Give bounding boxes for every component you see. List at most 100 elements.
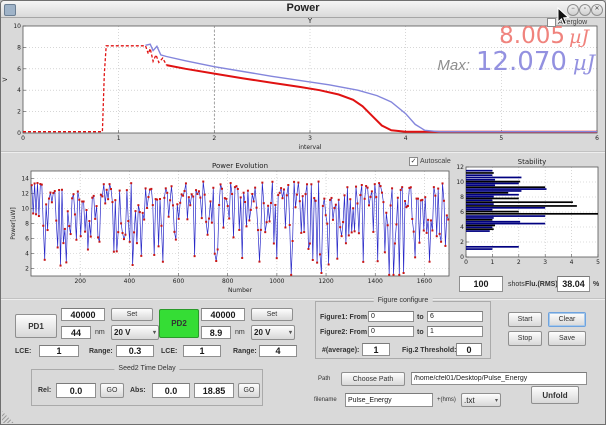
figure1-to-input[interactable]: [427, 311, 483, 322]
svg-text:2: 2: [460, 239, 464, 246]
abs-go-button[interactable]: GO: [238, 383, 260, 398]
figure-configure-title: Figure configure: [374, 297, 433, 304]
figure2-to-label: to: [417, 329, 424, 336]
chevron-down-icon: ▾: [153, 329, 156, 336]
resize-grip[interactable]: [2, 411, 14, 423]
titlebar[interactable]: Power − ▫ ✕: [1, 1, 605, 18]
chevron-down-icon: ▾: [289, 329, 292, 336]
rms-label: Flu.(RMS):: [525, 281, 560, 288]
svg-text:0: 0: [464, 259, 468, 266]
afterglow-checkbox-box[interactable]: [547, 18, 556, 27]
pd2-voltage-dropdown[interactable]: 20 V ▾: [251, 325, 295, 340]
pd1-button[interactable]: PD1: [15, 314, 57, 338]
pd1-range-input[interactable]: [116, 345, 154, 357]
pd2-wavelength-input[interactable]: [201, 326, 231, 339]
average-label: #(average):: [322, 347, 359, 354]
average-input[interactable]: [362, 343, 390, 356]
close-button[interactable]: ✕: [591, 4, 603, 16]
svg-text:4: 4: [570, 259, 574, 266]
svg-text:10: 10: [13, 23, 21, 30]
figure1-from-input[interactable]: [368, 311, 414, 322]
pd2-nm-label: nm: [235, 329, 245, 336]
pd1-voltage-dropdown[interactable]: 20 V ▾: [111, 325, 159, 340]
svg-text:600: 600: [173, 278, 185, 285]
abs-label: Abs:: [130, 387, 146, 394]
rel-go-button[interactable]: GO: [100, 383, 124, 398]
svg-text:Y: Y: [307, 18, 313, 25]
start-button[interactable]: Start: [508, 312, 542, 327]
percent-label: %: [593, 281, 599, 288]
pd2-lce-label: LCE:: [161, 348, 177, 355]
svg-text:3: 3: [543, 259, 547, 266]
shots-label: shots: [508, 281, 525, 288]
svg-text:1000: 1000: [269, 278, 284, 285]
svg-text:400: 400: [124, 278, 136, 285]
rel-delay-input[interactable]: [56, 383, 96, 398]
svg-text:800: 800: [222, 278, 234, 285]
autoscale-checkbox-box[interactable]: [409, 157, 418, 166]
svg-text:4: 4: [17, 87, 21, 94]
choose-path-button[interactable]: Choose Path: [341, 372, 405, 386]
svg-text:3: 3: [308, 135, 312, 142]
maximize-button[interactable]: ▫: [579, 4, 591, 16]
figure2-from-label: Figure2: From: [320, 329, 367, 336]
rms-input[interactable]: [557, 276, 590, 292]
unfold-button[interactable]: Unfold: [531, 386, 579, 404]
save-button[interactable]: Save: [548, 331, 586, 346]
figure2-from-input[interactable]: [368, 326, 414, 337]
svg-text:10: 10: [21, 206, 29, 213]
svg-text:12: 12: [456, 164, 464, 171]
shots-input[interactable]: [459, 276, 503, 292]
pd1-gain-input[interactable]: [61, 308, 105, 321]
svg-text:5: 5: [596, 259, 600, 266]
fig2-threshold-input[interactable]: [456, 343, 482, 356]
pd2-button[interactable]: PD2: [159, 309, 199, 338]
svg-text:interval: interval: [299, 144, 322, 150]
svg-text:0: 0: [460, 254, 464, 261]
pd2-range-label: Range:: [233, 348, 257, 355]
svg-text:6: 6: [17, 66, 21, 73]
figure1-from-label: Figure1: From: [320, 314, 367, 321]
max-label: Max:: [437, 57, 470, 74]
pd1-lce-label: LCE:: [15, 348, 31, 355]
svg-text:4: 4: [25, 251, 29, 258]
svg-text:8: 8: [460, 194, 464, 201]
pd2-range-input[interactable]: [259, 345, 297, 357]
clear-button[interactable]: Clear: [548, 312, 586, 327]
seed2-time-delay-title: Seed2 Time Delay: [114, 365, 179, 372]
svg-text:2: 2: [517, 259, 521, 266]
hms-label: +(hms): [437, 397, 456, 403]
svg-text:1400: 1400: [368, 278, 383, 285]
svg-text:Stability: Stability: [518, 158, 547, 166]
svg-text:4: 4: [404, 135, 408, 142]
rel-label: Rel:: [38, 387, 51, 394]
filename-input[interactable]: [345, 393, 433, 407]
abs-offset-input[interactable]: [194, 383, 234, 398]
svg-text:Number: Number: [228, 287, 253, 294]
pd1-set-button[interactable]: Set: [111, 308, 153, 321]
pd2-gain-input[interactable]: [201, 308, 245, 321]
extension-dropdown[interactable]: .txt ▾: [461, 393, 501, 407]
svg-text:2: 2: [17, 109, 21, 116]
autoscale-checkbox[interactable]: Autoscale: [409, 157, 451, 166]
seed2-time-delay-group: Seed2 Time Delay Rel: GO Abs: GO: [31, 369, 263, 406]
pd1-voltage-value: 20 V: [114, 328, 130, 337]
path-label: Path: [318, 376, 330, 382]
pd2-set-button[interactable]: Set: [251, 308, 293, 321]
pd2-lce-input[interactable]: [183, 345, 221, 357]
pd1-wavelength-input[interactable]: [61, 326, 91, 339]
figure2-to-input[interactable]: [427, 326, 483, 337]
figure2-power-evolution-plot: 20040060080010001200140016002468101214Po…: [1, 152, 463, 300]
current-energy-unit: µJ: [569, 26, 589, 48]
abs-delay-input[interactable]: [152, 383, 190, 398]
pd1-nm-label: nm: [95, 329, 105, 336]
svg-text:2: 2: [25, 266, 29, 273]
pd1-lce-input[interactable]: [39, 345, 79, 357]
svg-text:0: 0: [21, 135, 25, 142]
power-window: Power − ▫ ✕ 01234560246810YintervalV 8.0…: [0, 0, 606, 425]
fig2-threshold-label: Fig.2 Threshold:: [402, 347, 456, 354]
svg-text:12: 12: [21, 191, 29, 198]
svg-text:6: 6: [25, 236, 29, 243]
path-input[interactable]: [411, 372, 587, 385]
stop-button[interactable]: Stop: [508, 331, 542, 346]
